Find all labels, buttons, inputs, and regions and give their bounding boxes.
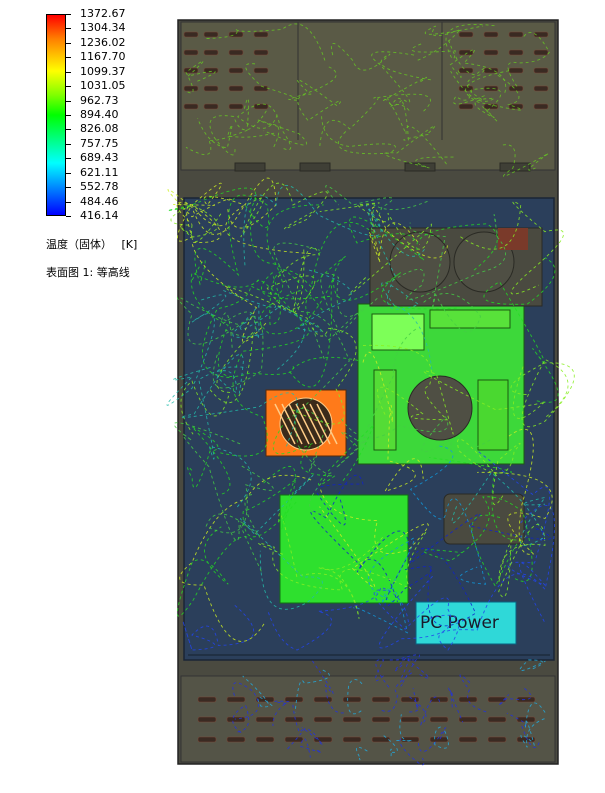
cpu-fan xyxy=(407,375,473,441)
top-panel xyxy=(180,21,556,171)
vent-slot xyxy=(203,31,219,38)
motherboard-slot xyxy=(429,309,511,329)
vent-slot xyxy=(197,696,217,703)
gray-component xyxy=(443,493,525,545)
vent-slot xyxy=(342,736,362,743)
vent-slot xyxy=(299,162,331,172)
vent-slot xyxy=(487,736,507,743)
vent-slot xyxy=(313,716,333,723)
vent-slot xyxy=(429,736,449,743)
vent-slot xyxy=(284,716,304,723)
vent-slot xyxy=(197,716,217,723)
vent-slot xyxy=(499,162,531,172)
vent-slot xyxy=(203,85,219,92)
vent-slot xyxy=(458,716,478,723)
vent-slot xyxy=(458,31,474,38)
vent-slot xyxy=(255,736,275,743)
simulation-view: PC Power xyxy=(166,19,575,766)
vent-slot xyxy=(516,696,536,703)
vent-slot xyxy=(183,49,199,56)
vent-slot xyxy=(508,67,524,74)
vent-slot xyxy=(183,103,199,110)
vent-slot xyxy=(255,716,275,723)
vent-slot xyxy=(508,85,524,92)
vent-slot xyxy=(183,85,199,92)
vent-slot xyxy=(371,696,391,703)
memory-slots xyxy=(477,379,509,451)
cooling-unit-hot-spot xyxy=(498,228,528,250)
vent-slot xyxy=(533,49,549,56)
vent-slot xyxy=(253,85,269,92)
vent-slot xyxy=(371,716,391,723)
vent-slot xyxy=(533,67,549,74)
vent-slot xyxy=(404,162,436,172)
vent-slot xyxy=(458,103,474,110)
vent-slot xyxy=(533,103,549,110)
vent-slot xyxy=(183,31,199,38)
vent-slot xyxy=(533,85,549,92)
vent-slot xyxy=(483,49,499,56)
vent-slot xyxy=(508,49,524,56)
vent-slot xyxy=(253,103,269,110)
vent-slot xyxy=(342,716,362,723)
vent-slot xyxy=(234,162,266,172)
vent-slot xyxy=(483,85,499,92)
vent-slot xyxy=(253,31,269,38)
vent-slot xyxy=(458,67,474,74)
vent-slot xyxy=(253,67,269,74)
vent-slot xyxy=(508,103,524,110)
vent-slot xyxy=(508,31,524,38)
vent-slot xyxy=(228,85,244,92)
vent-slot xyxy=(228,49,244,56)
vent-slot xyxy=(342,696,362,703)
vent-slot xyxy=(284,736,304,743)
vent-slot xyxy=(458,736,478,743)
vent-slot xyxy=(429,716,449,723)
vent-slot xyxy=(197,736,217,743)
expansion-slots xyxy=(373,369,397,451)
vent-slot xyxy=(228,103,244,110)
vent-slot xyxy=(371,736,391,743)
vent-slot xyxy=(226,736,246,743)
vent-slot xyxy=(400,736,420,743)
vent-slot xyxy=(226,716,246,723)
vent-slot xyxy=(226,696,246,703)
vent-slot xyxy=(487,716,507,723)
vent-slot xyxy=(487,696,507,703)
motherboard-chip xyxy=(371,313,425,351)
vent-slot xyxy=(253,49,269,56)
vent-slot xyxy=(203,49,219,56)
vent-slot xyxy=(203,67,219,74)
vent-slot xyxy=(483,31,499,38)
vent-slot xyxy=(400,716,420,723)
top-fan-left xyxy=(389,231,451,293)
vent-slot xyxy=(313,696,333,703)
vent-slot xyxy=(203,103,219,110)
vent-slot xyxy=(228,67,244,74)
